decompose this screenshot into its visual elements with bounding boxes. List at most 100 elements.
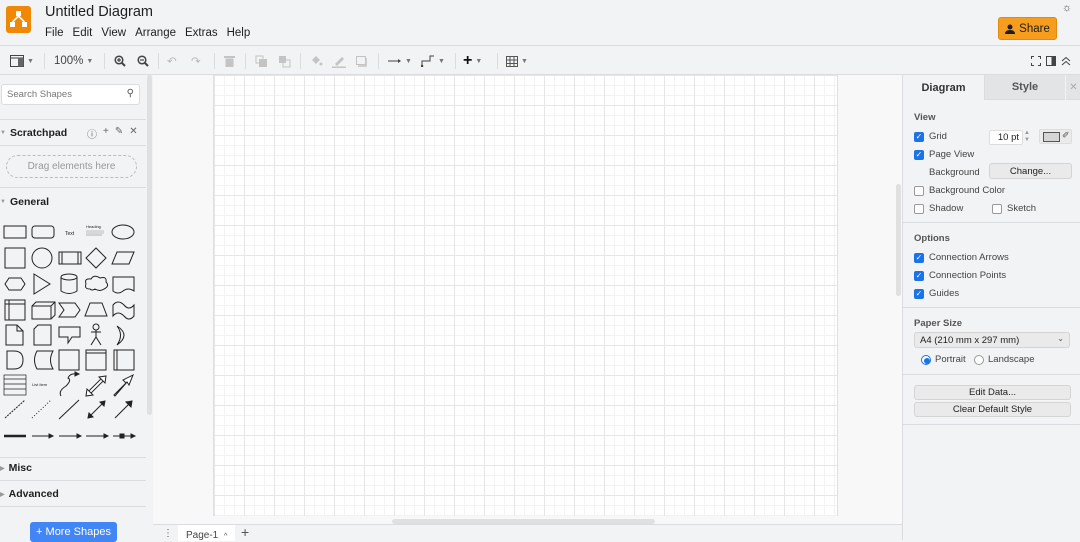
landscape-radio[interactable] [974, 354, 984, 365]
zoom-dropdown[interactable]: 100% ▼ [54, 52, 93, 70]
close-icon[interactable]: ✕ [129, 126, 137, 141]
scratchpad-header[interactable]: ▼ Scratchpad [0, 127, 67, 139]
toggle-format-panel-button[interactable] [1046, 52, 1056, 70]
table-button[interactable]: ▼ [506, 52, 528, 70]
sketch-checkbox[interactable] [992, 203, 1002, 214]
shadow-checkbox[interactable] [914, 203, 924, 214]
diagram-logo-icon [10, 11, 27, 27]
menu-view[interactable]: View [101, 27, 126, 39]
menu-help[interactable]: Help [227, 27, 251, 39]
connection-style-button[interactable]: ▼ [388, 52, 412, 70]
paint-bucket-icon [312, 56, 323, 66]
shape-list-item: List Item [32, 382, 48, 387]
sidebar-panel-icon [1046, 56, 1056, 66]
format-panel-toggle[interactable]: ▼ [10, 52, 34, 70]
advanced-header[interactable]: ▶ Advanced [0, 488, 59, 500]
help-icon[interactable]: ⓘ [87, 126, 97, 141]
edit-data-button[interactable]: Edit Data... [914, 385, 1071, 400]
fill-color-button[interactable] [310, 52, 323, 70]
insert-button[interactable]: + ▼ [463, 52, 482, 70]
grid-size-stepper[interactable]: ▲ ▼ [1024, 130, 1030, 144]
portrait-radio-row[interactable]: Portrait [921, 354, 966, 365]
toolbar-divider [214, 53, 215, 69]
fullscreen-button[interactable] [1031, 52, 1041, 70]
chevron-up-icon[interactable]: ^ [224, 533, 227, 540]
plus-icon[interactable]: + [103, 126, 109, 141]
page-tab[interactable]: Page-1 ^ [178, 525, 235, 541]
redo-button[interactable]: ↷ [191, 52, 201, 70]
eyedropper-icon: ✐ [1062, 130, 1070, 140]
scratchpad-dropzone[interactable]: Drag elements here [6, 155, 137, 178]
shadow-button[interactable] [356, 52, 368, 70]
menu-edit[interactable]: Edit [73, 27, 93, 39]
undo-button[interactable]: ↶ [167, 52, 177, 70]
page-view-checkbox-row[interactable]: ✓ Page View [914, 149, 974, 160]
connection-points-checkbox[interactable]: ✓ [914, 270, 924, 281]
shape-process [58, 251, 82, 265]
zoom-in-button[interactable] [114, 52, 126, 70]
tab-style[interactable]: Style [984, 75, 1065, 100]
sidebar-scrollbar[interactable] [147, 75, 152, 415]
connection-arrows-checkbox[interactable]: ✓ [914, 252, 924, 263]
shape-bidirectional-arrow [85, 375, 107, 397]
tab-diagram[interactable]: Diagram [903, 75, 984, 100]
to-back-button[interactable] [278, 52, 291, 70]
menu-file[interactable]: File [45, 27, 64, 39]
shape-ellipse [111, 224, 135, 240]
sun-icon[interactable]: ☼ [1062, 2, 1072, 14]
more-shapes-button[interactable]: + More Shapes [30, 522, 117, 542]
search-icon[interactable]: ⚲ [127, 88, 134, 99]
add-page-icon[interactable]: + [241, 524, 249, 540]
connection-arrows-row[interactable]: ✓ Connection Arrows [914, 252, 1009, 263]
general-label: General [9, 196, 50, 208]
grid-size-input[interactable]: 10 pt [989, 130, 1023, 145]
background-color-checkbox[interactable] [914, 185, 924, 196]
misc-header[interactable]: ▶ Misc [0, 462, 32, 474]
canvas-vertical-scrollbar[interactable] [896, 184, 901, 296]
menu-extras[interactable]: Extras [185, 27, 218, 39]
collapse-button[interactable] [1061, 52, 1071, 70]
divider [0, 119, 146, 120]
divider [903, 307, 1080, 308]
page-tab-label: Page-1 [186, 530, 219, 541]
close-icon[interactable]: ✕ [1066, 75, 1080, 100]
page-view-checkbox[interactable]: ✓ [914, 149, 924, 160]
change-background-button[interactable]: Change... [989, 163, 1072, 179]
grid-color-button[interactable]: ✐ [1039, 129, 1072, 144]
guides-label: Guides [929, 288, 960, 299]
connection-points-label: Connection Points [929, 270, 1007, 281]
clear-default-style-button[interactable]: Clear Default Style [914, 402, 1071, 417]
to-front-button[interactable] [255, 52, 268, 70]
diagram-title[interactable]: Untitled Diagram [45, 4, 153, 20]
share-button[interactable]: Share [998, 17, 1057, 40]
shape-parallelogram [111, 251, 135, 265]
waypoints-button[interactable]: ▼ [421, 52, 445, 70]
zoom-out-button[interactable] [137, 52, 149, 70]
search-shapes-input[interactable]: Search Shapes ⚲ [1, 84, 140, 105]
landscape-radio-row[interactable]: Landscape [974, 354, 1034, 365]
paper-size-select[interactable]: A4 (210 mm x 297 mm) ⌄ [914, 332, 1070, 348]
menu-arrange[interactable]: Arrange [135, 27, 176, 39]
guides-checkbox[interactable]: ✓ [914, 288, 924, 299]
connection-points-row[interactable]: ✓ Connection Points [914, 270, 1006, 281]
diagram-canvas[interactable] [153, 75, 902, 524]
delete-button[interactable] [224, 52, 235, 70]
redo-icon: ↷ [191, 56, 201, 68]
advanced-label: Advanced [8, 488, 59, 500]
portrait-radio[interactable] [921, 354, 931, 365]
diagram-page[interactable] [213, 75, 838, 516]
guides-row[interactable]: ✓ Guides [914, 288, 959, 299]
page-menu-icon[interactable]: ⋮ [163, 528, 173, 539]
general-header[interactable]: ▼ General [0, 196, 49, 208]
background-color-checkbox-row[interactable]: Background Color [914, 185, 1005, 196]
shape-heading-textbox: Heading [86, 224, 104, 236]
pencil-icon[interactable]: ✎ [115, 126, 123, 141]
shape-arrow [113, 373, 134, 397]
grid-checkbox[interactable]: ✓ [914, 131, 924, 142]
grid-checkbox-row[interactable]: ✓ Grid [914, 131, 947, 142]
paper-size-value: A4 (210 mm x 297 mm) [920, 335, 1020, 346]
chevron-down-icon: ▼ [521, 57, 528, 65]
shadow-checkbox-row[interactable]: Shadow [914, 203, 963, 214]
sketch-checkbox-row[interactable]: Sketch [992, 203, 1036, 214]
line-color-button[interactable] [332, 52, 346, 70]
